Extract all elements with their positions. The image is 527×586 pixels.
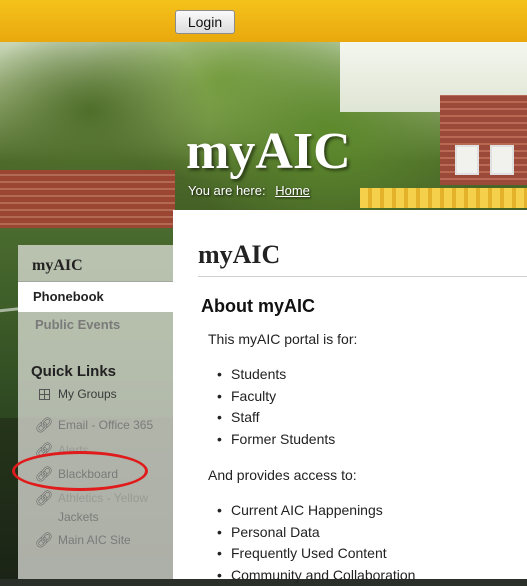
- list-item: Current AIC Happenings: [217, 500, 415, 522]
- annotation-highlight-circle: [12, 451, 148, 491]
- link-icon: 🔗︎: [34, 490, 54, 508]
- list-item: Faculty: [217, 386, 335, 408]
- banner-window: [455, 145, 479, 175]
- list-item: Former Students: [217, 429, 335, 451]
- breadcrumb-home-link[interactable]: Home: [275, 183, 310, 198]
- login-button[interactable]: Login: [175, 10, 235, 34]
- title-divider: [198, 276, 527, 277]
- intro-text: This myAIC portal is for:: [208, 331, 357, 347]
- quick-link-athletics-cont[interactable]: Jackets: [18, 509, 173, 529]
- quick-link-label: Athletics - Yellow: [58, 491, 148, 505]
- quick-link-label: Main AIC Site: [58, 533, 131, 547]
- list-item: Community and Collaboration: [217, 565, 415, 586]
- sidebar-heading: myAIC: [32, 257, 83, 275]
- site-title: myAIC: [186, 122, 351, 182]
- main-content: myAIC About myAIC This myAIC portal is f…: [173, 210, 527, 579]
- grid-icon: [34, 386, 54, 404]
- list-item: Staff: [217, 407, 335, 429]
- list-item: Personal Data: [217, 522, 415, 544]
- section-title: About myAIC: [201, 296, 315, 317]
- list-item: Students: [217, 364, 335, 386]
- banner-window: [490, 145, 514, 175]
- quick-link-my-groups[interactable]: My Groups: [18, 386, 173, 406]
- breadcrumb-prefix: You are here:: [188, 183, 266, 198]
- left-sidebar: myAIC Phonebook Public Events Quick Link…: [18, 245, 173, 579]
- sidebar-item-public-events[interactable]: Public Events: [35, 317, 120, 332]
- quick-link-label: Jackets: [58, 510, 99, 524]
- banner-building-left: [0, 170, 175, 230]
- list-item: Frequently Used Content: [217, 543, 415, 565]
- sidebar-item-label: Phonebook: [33, 289, 104, 304]
- access-list: Current AIC Happenings Personal Data Fre…: [217, 500, 415, 586]
- page-title: myAIC: [198, 240, 280, 270]
- access-intro-text: And provides access to:: [208, 467, 357, 483]
- breadcrumb: You are here: Home: [188, 183, 310, 198]
- link-icon: 🔗︎: [34, 417, 54, 435]
- link-icon: 🔗︎: [34, 532, 54, 550]
- banner-railing: [360, 188, 527, 208]
- quick-link-main-site[interactable]: 🔗︎ Main AIC Site: [18, 532, 173, 552]
- quick-links-heading: Quick Links: [31, 363, 116, 380]
- quick-link-email[interactable]: 🔗︎ Email - Office 365: [18, 417, 173, 437]
- audience-list: Students Faculty Staff Former Students: [217, 364, 335, 450]
- quick-link-athletics[interactable]: 🔗︎ Athletics - Yellow: [18, 490, 173, 510]
- quick-link-label: Email - Office 365: [58, 418, 153, 432]
- quick-link-label: My Groups: [58, 387, 117, 401]
- top-bar: Login: [0, 0, 527, 42]
- sidebar-item-phonebook[interactable]: Phonebook: [18, 282, 173, 312]
